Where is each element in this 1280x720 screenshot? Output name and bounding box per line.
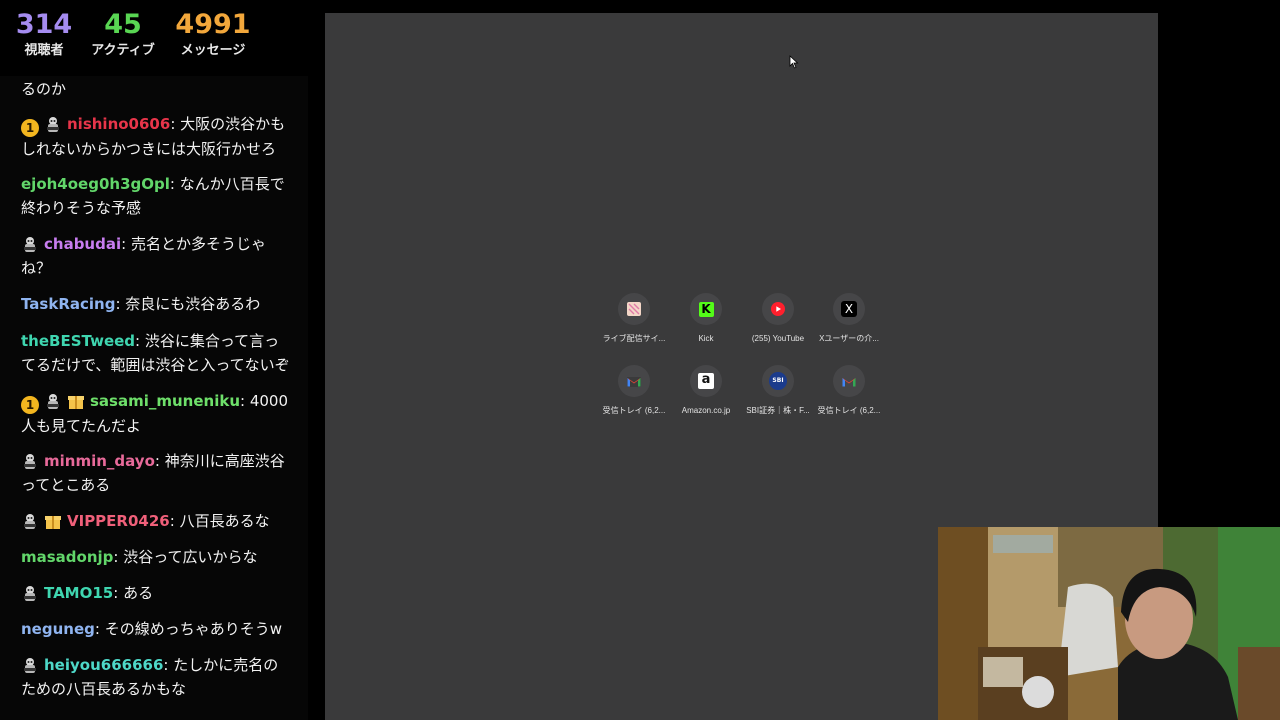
mouse-cursor-icon [789, 55, 799, 69]
shortcut-label: Amazon.co.jp [681, 406, 731, 415]
chat-username[interactable]: masadonjp [21, 548, 113, 566]
shortcut-tile[interactable]: 受信トレイ (6,2... [813, 365, 885, 416]
chat-message-text: るのか [21, 80, 67, 98]
live-stream-site-icon [618, 293, 650, 325]
amazon-icon: a [690, 365, 722, 397]
amazon-logo-text: a [698, 373, 714, 389]
shortcut-tile[interactable]: ライブ配信サイ... [598, 293, 670, 344]
x-icon: X [833, 293, 865, 325]
message-count-value: 4991 [175, 9, 251, 40]
active-count: 45 アクティブ [84, 8, 162, 60]
bot-badge-icon [21, 452, 39, 470]
chat-panel: 314 視聴者 45 アクティブ 4991 メッセージ るのか 1 nishino… [0, 0, 308, 720]
chat-message-text: 八百長あるな [179, 512, 270, 530]
shortcut-label: Xユーザーの介... [819, 334, 879, 343]
shortcut-label: 受信トレイ (6,2... [817, 406, 881, 415]
chat-username[interactable]: minmin_dayo [44, 452, 155, 470]
shortcut-label: (255) YouTube [751, 334, 805, 343]
chat-username[interactable]: neguneg [21, 620, 95, 638]
chat-username[interactable]: TAMO15 [44, 584, 113, 602]
chat-username[interactable]: heiyou666666 [44, 656, 163, 674]
chat-message: minmin_dayo: 神奈川に高座渋谷ってとこある [21, 449, 293, 497]
shortcut-label: SBI証券｜株・F... [746, 406, 810, 415]
chat-message: neguneg: その線めっちゃありそうw [21, 617, 293, 641]
gift-badge-icon [67, 392, 85, 410]
bot-badge-icon [21, 656, 39, 674]
chat-message: masadonjp: 渋谷って広いからな [21, 545, 293, 569]
chat-separator: : [115, 295, 126, 313]
shortcut-label: 受信トレイ (6,2... [602, 406, 666, 415]
chat-username[interactable]: ejoh4oeg0h3gOpl [21, 175, 170, 193]
shortcut-tile[interactable]: 受信トレイ (6,2... [598, 365, 670, 416]
shortcut-tile[interactable]: K Kick [670, 293, 742, 344]
chat-separator: : [154, 452, 165, 470]
chat-username[interactable]: sasami_muneniku [90, 392, 240, 410]
youtube-icon [762, 293, 794, 325]
chat-message: TaskRacing: 奈良にも渋谷あるわ [21, 292, 293, 316]
sbi-logo-text: SBI [769, 372, 787, 390]
chat-separator: : [163, 656, 174, 674]
chat-username[interactable]: chabudai [44, 235, 121, 253]
chat-separator: : [94, 620, 105, 638]
chat-username[interactable]: nishino0606 [67, 115, 170, 133]
shortcut-label: Kick [698, 334, 714, 343]
shortcut-tile[interactable]: (255) YouTube [742, 293, 814, 344]
message-count-label: メッセージ [180, 43, 246, 58]
sbi-icon: SBI [762, 365, 794, 397]
chat-separator: : [169, 512, 180, 530]
gmail-icon [833, 365, 865, 397]
gmail-icon [618, 365, 650, 397]
chat-separator: : [113, 584, 124, 602]
shortcut-label: ライブ配信サイ... [602, 334, 666, 343]
chat-message: 1 nishino0606: 大阪の渋谷かもしれないからかつきには大阪行かせろ [21, 112, 293, 161]
chat-separator: : [121, 235, 131, 253]
chat-message: ejoh4oeg0h3gOpl: なんか八百長で終わりそうな予感 [21, 172, 293, 220]
chat-message: VIPPER0426: 八百長あるな [21, 509, 293, 533]
gift-badge-icon [44, 512, 62, 530]
chat-message: TAMO15: ある [21, 581, 293, 605]
chat-message-text: 奈良にも渋谷あるわ [125, 295, 261, 313]
webcam-overlay [938, 527, 1280, 720]
webcam-image [938, 527, 1280, 720]
shortcut-tile[interactable]: SBI SBI証券｜株・F... [742, 365, 814, 416]
chat-username[interactable]: VIPPER0426 [67, 512, 170, 530]
chat-username[interactable]: TaskRacing [21, 295, 115, 313]
chat-separator: : [240, 392, 250, 410]
chat-message-partial: るのか [21, 77, 293, 101]
chat-message: 1 sasami_muneniku: 4000人も見てたんだよ [21, 389, 293, 438]
chat-separator: : [135, 332, 145, 350]
viewer-count-value: 314 [15, 9, 73, 40]
x-logo-text: X [841, 301, 857, 317]
chat-separator: : [170, 115, 181, 133]
chat-separator: : [113, 548, 124, 566]
bot-badge-icon [44, 392, 62, 410]
chat-message-text: ある [123, 584, 154, 602]
viewer-count-label: 視聴者 [24, 43, 64, 58]
bot-badge-icon [21, 584, 39, 602]
chat-message: chabudai: 売名とか多そうじゃね？ [21, 232, 293, 280]
bot-badge-icon [21, 235, 39, 253]
chat-message-list[interactable]: るのか 1 nishino0606: 大阪の渋谷かもしれないからかつきには大阪行か… [0, 76, 308, 720]
sub-badge-icon: 1 [21, 396, 39, 414]
active-count-label: アクティブ [91, 43, 155, 58]
sub-badge-icon: 1 [21, 119, 39, 137]
chat-separator: : [169, 175, 180, 193]
chat-message-text: 渋谷って広いからな [123, 548, 258, 566]
chat-message-text: その線めっちゃありそうw [104, 620, 282, 638]
active-count-value: 45 [104, 9, 142, 40]
bot-badge-icon [21, 512, 39, 530]
bot-badge-icon [44, 115, 62, 133]
message-count: 4991 メッセージ [172, 8, 254, 60]
shortcut-tile[interactable]: X Xユーザーの介... [813, 293, 885, 344]
chat-message: heiyou666666: たしかに売名のための八百長あるかもな [21, 653, 293, 701]
viewer-count: 314 視聴者 [14, 8, 74, 60]
chat-message: theBESTweed: 渋谷に集合って言ってるだけで、範囲は渋谷と入ってないぞ [21, 329, 293, 377]
chat-username[interactable]: theBESTweed [21, 332, 135, 350]
kick-icon: K [690, 293, 722, 325]
kick-logo-text: K [698, 301, 714, 317]
stream-stats: 314 視聴者 45 アクティブ 4991 メッセージ [0, 0, 308, 76]
shortcut-tile[interactable]: a Amazon.co.jp [670, 365, 742, 416]
